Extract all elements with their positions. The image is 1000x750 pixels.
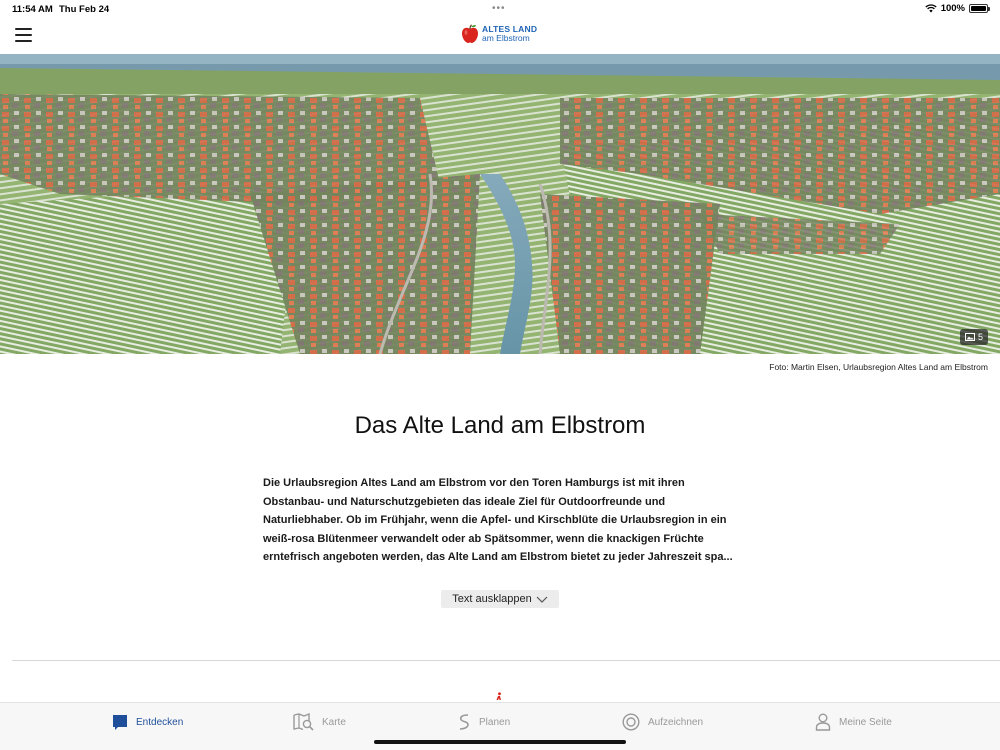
battery-percent: 100% [940, 3, 965, 14]
apple-logo-icon [462, 24, 478, 43]
chevron-down-icon [536, 596, 548, 603]
tab-label: Aufzeichnen [648, 716, 704, 728]
expand-text-label: Text ausklappen [452, 593, 532, 605]
intro-text: Die Urlaubsregion Altes Land am Elbstrom… [263, 477, 733, 563]
tab-karte[interactable]: Karte [293, 712, 346, 732]
wifi-icon [925, 4, 937, 13]
tab-label: Planen [479, 716, 511, 728]
home-indicator[interactable] [374, 740, 626, 744]
gallery-count-badge[interactable]: 5 [959, 329, 988, 345]
tab-planen[interactable]: Planen [458, 712, 510, 732]
gallery-count: 5 [977, 332, 983, 342]
record-icon [622, 713, 640, 731]
tab-aufzeichnen[interactable]: Aufzeichnen [622, 712, 703, 732]
photo-credit: Foto: Martin Elsen, Urlaubsregion Altes … [769, 362, 988, 372]
tab-meine-seite[interactable]: Meine Seite [815, 712, 892, 732]
aerial-landscape-illustration [0, 54, 1000, 354]
app-header: ALTES LAND am Elbstrom [0, 18, 1000, 54]
tab-label: Karte [322, 716, 346, 728]
page-title: Das Alte Land am Elbstrom [354, 412, 646, 439]
status-bar: 11:54 AM Thu Feb 24 ••• 100% [0, 0, 1000, 18]
multitasking-dots-icon[interactable]: ••• [492, 3, 506, 14]
brand-logo[interactable]: ALTES LAND am Elbstrom [461, 24, 537, 44]
hamburger-menu-button[interactable] [15, 28, 32, 42]
map-icon [293, 713, 314, 731]
tab-label: Meine Seite [839, 716, 892, 728]
discover-icon [113, 714, 127, 730]
logo-subtitle: am Elbstrom [482, 33, 530, 43]
status-time: 11:54 AM [12, 4, 53, 15]
hiker-icon [496, 692, 501, 700]
section-divider [12, 660, 1000, 661]
profile-icon [815, 713, 831, 731]
status-indicators: 100% [925, 3, 990, 14]
battery-icon [969, 4, 990, 13]
tab-entdecken[interactable]: Entdecken [112, 712, 183, 732]
status-date: Thu Feb 24 [59, 4, 110, 15]
image-gallery-icon [964, 333, 975, 341]
expand-text-button[interactable]: Text ausklappen [441, 590, 559, 608]
hero-image[interactable]: 5 [0, 54, 1000, 354]
route-icon [459, 714, 469, 730]
tab-label: Entdecken [136, 716, 184, 728]
